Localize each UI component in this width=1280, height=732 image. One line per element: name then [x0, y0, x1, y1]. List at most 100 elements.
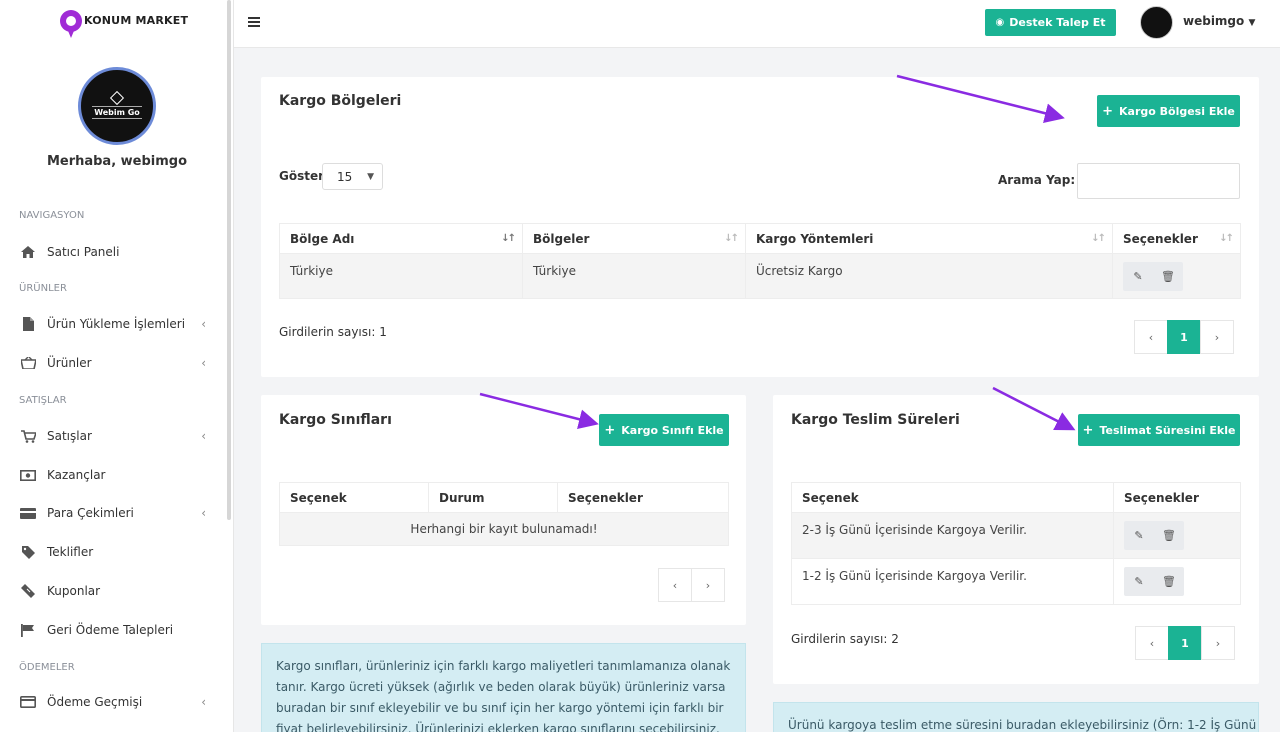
column-header[interactable]: Bölgeler ↓↑: [522, 223, 746, 254]
sidebar-item-label: Kuponlar: [47, 584, 101, 598]
prev-page-button[interactable]: ‹: [1135, 626, 1169, 660]
menu-toggle-icon[interactable]: [248, 17, 260, 27]
button-label: Kargo Bölgesi Ekle: [1119, 104, 1235, 118]
prev-page-button[interactable]: ‹: [1134, 320, 1168, 354]
panel-title: Kargo Bölgeleri: [279, 93, 402, 109]
pagination: ‹ 1 ›: [1135, 626, 1235, 660]
actions-cell: ✎ 🗑: [1112, 253, 1241, 299]
column-header[interactable]: Bölge Adı ↓↑: [279, 223, 523, 254]
table-header-row: Seçenek Seçenekler: [791, 482, 1241, 513]
next-page-button[interactable]: ›: [691, 568, 725, 602]
column-header[interactable]: Seçenek: [791, 482, 1114, 513]
sort-icon: ↓↑: [501, 233, 516, 244]
search-label: Arama Yap:: [998, 173, 1076, 187]
username: webimgo: [1183, 14, 1245, 28]
sidebar-item-payment-history[interactable]: Ödeme Geçmişi ‹: [0, 686, 230, 718]
money-icon: [20, 468, 36, 482]
trash-icon[interactable]: 🗑: [1154, 567, 1184, 596]
column-header[interactable]: Seçenekler: [557, 482, 729, 513]
sidebar-item-refund-requests[interactable]: Geri Ödeme Talepleri: [0, 614, 230, 646]
plus-icon: +: [1082, 422, 1094, 438]
tag-icon: [20, 545, 36, 559]
column-header[interactable]: Seçenekler: [1113, 482, 1241, 513]
search-input[interactable]: [1077, 163, 1240, 199]
button-label: Kargo Sınıfı Ekle: [621, 423, 724, 437]
delivery-option-cell: 1-2 İş Günü İçerisinde Kargoya Verilir.: [791, 558, 1114, 605]
user-menu[interactable]: webimgo ▼: [1183, 14, 1255, 28]
table-row: Herhangi bir kayıt bulunamadı!: [279, 512, 729, 546]
user-avatar[interactable]: [1140, 6, 1173, 39]
support-button-label: Destek Talep Et: [1009, 16, 1106, 29]
basket-icon: [20, 356, 36, 370]
sidebar-item-withdrawals[interactable]: Para Çekimleri ‹: [0, 497, 230, 529]
sidebar-item-label: Satışlar: [47, 429, 92, 443]
trash-icon[interactable]: 🗑: [1154, 521, 1184, 550]
row-actions: ✎ 🗑: [1124, 567, 1184, 596]
sidebar-item-label: Ödeme Geçmişi: [47, 695, 143, 709]
next-page-button[interactable]: ›: [1200, 320, 1234, 354]
empty-message: Herhangi bir kayıt bulunamadı!: [279, 512, 729, 546]
sidebar-item-label: Geri Ödeme Talepleri: [47, 623, 174, 637]
prev-page-button[interactable]: ‹: [658, 568, 692, 602]
table-row: Türkiye Türkiye Ücretsiz Kargo ✎ 🗑: [279, 253, 1241, 299]
page-1-button[interactable]: 1: [1167, 320, 1201, 354]
shipping-methods-cell: Ücretsiz Kargo: [745, 253, 1113, 299]
table-row: 2-3 İş Günü İçerisinde Kargoya Verilir. …: [791, 512, 1241, 559]
column-header[interactable]: Kargo Yöntemleri ↓↑: [745, 223, 1113, 254]
actions-cell: ✎ 🗑: [1113, 512, 1241, 559]
add-shipping-region-button[interactable]: + Kargo Bölgesi Ekle: [1097, 95, 1240, 127]
caret-down-icon: ▼: [1248, 18, 1256, 28]
sidebar-item-product-upload[interactable]: Ürün Yükleme İşlemleri ‹: [0, 308, 230, 340]
chevron-left-icon: ‹: [201, 356, 206, 370]
trash-icon[interactable]: 🗑: [1153, 262, 1183, 291]
region-name-cell: Türkiye: [279, 253, 523, 299]
card-icon: [20, 506, 36, 520]
column-header[interactable]: Durum: [428, 482, 558, 513]
sidebar-item-offers[interactable]: Teklifler: [0, 536, 230, 568]
edit-icon[interactable]: ✎: [1124, 521, 1154, 550]
shipping-classes-info: Kargo sınıfları, ürünleriniz için farklı…: [261, 643, 746, 732]
sidebar-item-products[interactable]: Ürünler ‹: [0, 347, 230, 379]
sidebar-item-dashboard[interactable]: Satıcı Paneli: [0, 236, 230, 268]
file-icon: [20, 317, 36, 331]
section-heading-navigation: NAVIGASYON: [19, 210, 85, 221]
delivery-option-cell: 2-3 İş Günü İçerisinde Kargoya Verilir.: [791, 512, 1114, 559]
flag-icon: [20, 623, 36, 637]
actions-cell: ✎ 🗑: [1113, 558, 1241, 605]
delivery-times-table: Seçenek Seçenekler 2-3 İş Günü İçerisind…: [791, 482, 1241, 605]
edit-icon[interactable]: ✎: [1123, 262, 1153, 291]
pagination: ‹ 1 ›: [1134, 320, 1234, 354]
add-delivery-time-button[interactable]: + Teslimat Süresini Ekle: [1078, 414, 1240, 446]
sidebar-item-earnings[interactable]: Kazançlar: [0, 459, 230, 491]
page-1-button[interactable]: 1: [1168, 626, 1202, 660]
shipping-classes-table: Seçenek Durum Seçenekler Herhangi bir ka…: [279, 482, 729, 546]
next-page-button[interactable]: ›: [1201, 626, 1235, 660]
chevron-left-icon: ‹: [201, 317, 206, 331]
table-header-row: Bölge Adı ↓↑ Bölgeler ↓↑ Kargo Yöntemleri ↓…: [279, 223, 1241, 254]
panel-title: Kargo Sınıfları: [279, 412, 392, 428]
sidebar-item-coupons[interactable]: Kuponlar: [0, 575, 230, 607]
page-size-select[interactable]: 15 ▼: [322, 163, 383, 190]
column-header[interactable]: Seçenekler ↓↑: [1112, 223, 1241, 254]
logo-mark-icon: [109, 90, 125, 106]
panel-title: Kargo Teslim Süreleri: [791, 412, 960, 428]
sidebar-item-label: Satıcı Paneli: [47, 245, 120, 259]
column-header[interactable]: Seçenek: [279, 482, 429, 513]
page-size-value: 15: [337, 169, 353, 184]
sort-icon: ↓↑: [1091, 233, 1106, 244]
plus-icon: +: [1102, 103, 1113, 119]
delivery-times-panel: Kargo Teslim Süreleri + Teslimat Süresin…: [773, 395, 1259, 684]
support-request-button[interactable]: ◉ Destek Talep Et: [985, 9, 1116, 36]
edit-icon[interactable]: ✎: [1124, 567, 1154, 596]
section-heading-payments: ÖDEMELER: [19, 662, 75, 673]
add-shipping-class-button[interactable]: + Kargo Sınıfı Ekle: [599, 414, 729, 446]
shipping-classes-panel: Kargo Sınıfları + Kargo Sınıfı Ekle Seçe…: [261, 395, 746, 625]
greeting: Merhaba, webimgo: [46, 154, 188, 169]
cart-icon: [20, 429, 36, 443]
row-actions: ✎ 🗑: [1123, 261, 1183, 291]
brand-logo[interactable]: KONUM MARKET: [60, 6, 188, 40]
sidebar-item-label: Kazançlar: [47, 468, 106, 482]
chevron-down-icon: ▼: [367, 171, 374, 182]
section-heading-products: ÜRÜNLER: [19, 283, 67, 294]
sidebar-item-sales[interactable]: Satışlar ‹: [0, 420, 230, 452]
